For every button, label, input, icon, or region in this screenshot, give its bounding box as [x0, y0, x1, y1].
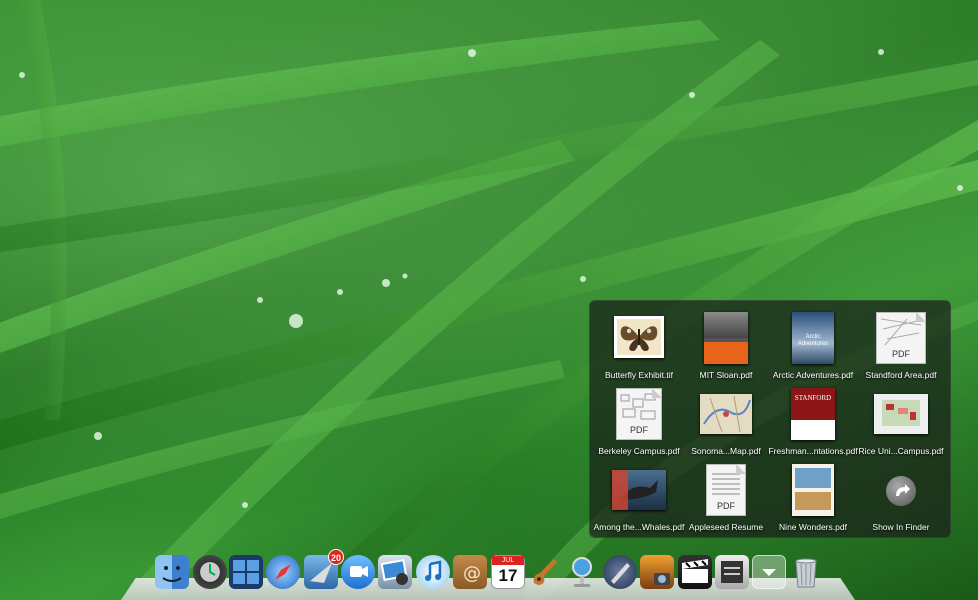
- network-globe-icon[interactable]: [565, 555, 599, 589]
- stack-item-butterfly-exhibit[interactable]: Butterfly Exhibit.tif: [595, 310, 683, 384]
- pdf-label: PDF: [892, 349, 910, 359]
- stack-item-rice-university-campus[interactable]: Rice Uni...Campus.pdf: [857, 386, 945, 460]
- pdf-document-icon: Arctic Adventures: [792, 312, 834, 364]
- stack-item-among-the-whales[interactable]: Among the...Whales.pdf: [594, 462, 684, 536]
- butterfly-image-icon: [614, 316, 664, 358]
- dock: 20 @ JUL 17: [121, 549, 855, 600]
- stack-item-appleseed-resume[interactable]: PDF Appleseed Resume: [682, 462, 770, 536]
- stack-item-arctic-adventures[interactable]: Arctic Adventures Arctic Adventures.pdf: [769, 310, 857, 384]
- documents-stack-grid: Butterfly Exhibit.tif MIT Sloan.pdf Arct…: [589, 300, 951, 538]
- safari-icon[interactable]: [266, 555, 300, 589]
- ical-icon[interactable]: JUL 17: [491, 555, 525, 589]
- photo-booth-icon[interactable]: [640, 555, 674, 589]
- stack-item-label: Berkeley Campus.pdf: [598, 446, 680, 456]
- stack-item-label: Standford Area.pdf: [865, 370, 937, 380]
- pdf-document-icon: [792, 464, 834, 516]
- address-book-icon[interactable]: @: [453, 555, 487, 589]
- itunes-icon[interactable]: [416, 555, 450, 589]
- stack-item-label: Sonoma...Map.pdf: [691, 446, 761, 456]
- ichat-icon[interactable]: [341, 555, 375, 589]
- stanford-cover-title: STANFORD: [794, 394, 832, 402]
- calendar-month: JUL: [492, 556, 524, 565]
- finder-icon[interactable]: [155, 555, 189, 589]
- stack-item-label: Appleseed Resume: [688, 522, 764, 532]
- pdf-label: PDF: [717, 501, 735, 511]
- documents-stack-icon[interactable]: [752, 555, 786, 589]
- svg-text:@: @: [463, 563, 481, 584]
- pdf-document-icon: PDF: [616, 388, 662, 440]
- stack-item-sonoma-map[interactable]: Sonoma...Map.pdf: [682, 386, 770, 460]
- pdf-document-icon: [700, 394, 752, 434]
- spaces-icon[interactable]: [229, 555, 263, 589]
- calendar-day: 17: [498, 566, 518, 585]
- stack-item-label: Rice Uni...Campus.pdf: [858, 446, 944, 456]
- stack-item-label: MIT Sloan.pdf: [699, 370, 753, 380]
- stack-item-label: Among the...Whales.pdf: [593, 522, 685, 532]
- script-editor-icon[interactable]: [603, 555, 637, 589]
- imovie-icon[interactable]: [678, 555, 712, 589]
- pdf-document-icon: STANFORD: [791, 388, 835, 440]
- stack-item-label: Nine Wonders.pdf: [779, 522, 847, 532]
- trash-icon[interactable]: [789, 555, 823, 589]
- pdf-document-icon: [704, 312, 748, 364]
- stack-item-nine-wonders[interactable]: Nine Wonders.pdf: [769, 462, 857, 536]
- show-in-finder-icon: [886, 476, 916, 506]
- time-machine-icon[interactable]: [193, 555, 227, 589]
- pdf-label: PDF: [630, 425, 648, 435]
- pdf-document-icon: PDF: [876, 312, 926, 364]
- arctic-cover-title: Arctic Adventures: [797, 334, 829, 347]
- stack-item-mit-sloan[interactable]: MIT Sloan.pdf: [682, 310, 770, 384]
- show-in-finder-button[interactable]: Show In Finder: [857, 462, 945, 536]
- stack-item-standford-area[interactable]: PDF Standford Area.pdf: [857, 310, 945, 384]
- stack-item-label: Show In Finder: [872, 522, 930, 532]
- stack-item-label: Butterfly Exhibit.tif: [604, 370, 674, 380]
- mail-icon[interactable]: 20: [304, 549, 344, 589]
- pdf-document-icon: [612, 470, 666, 510]
- stack-item-label: Arctic Adventures.pdf: [772, 370, 854, 380]
- stack-item-berkeley-campus[interactable]: PDF Berkeley Campus.pdf: [595, 386, 683, 460]
- iphoto-icon[interactable]: [378, 555, 412, 589]
- stack-item-label: Freshman...ntations.pdf: [768, 446, 858, 456]
- system-preferences-icon[interactable]: [715, 555, 749, 589]
- pdf-document-icon: [874, 394, 928, 434]
- stack-item-freshman-presentations[interactable]: STANFORD Freshman...ntations.pdf: [768, 386, 858, 460]
- pdf-document-icon: PDF: [706, 464, 746, 516]
- garageband-icon[interactable]: [528, 555, 562, 589]
